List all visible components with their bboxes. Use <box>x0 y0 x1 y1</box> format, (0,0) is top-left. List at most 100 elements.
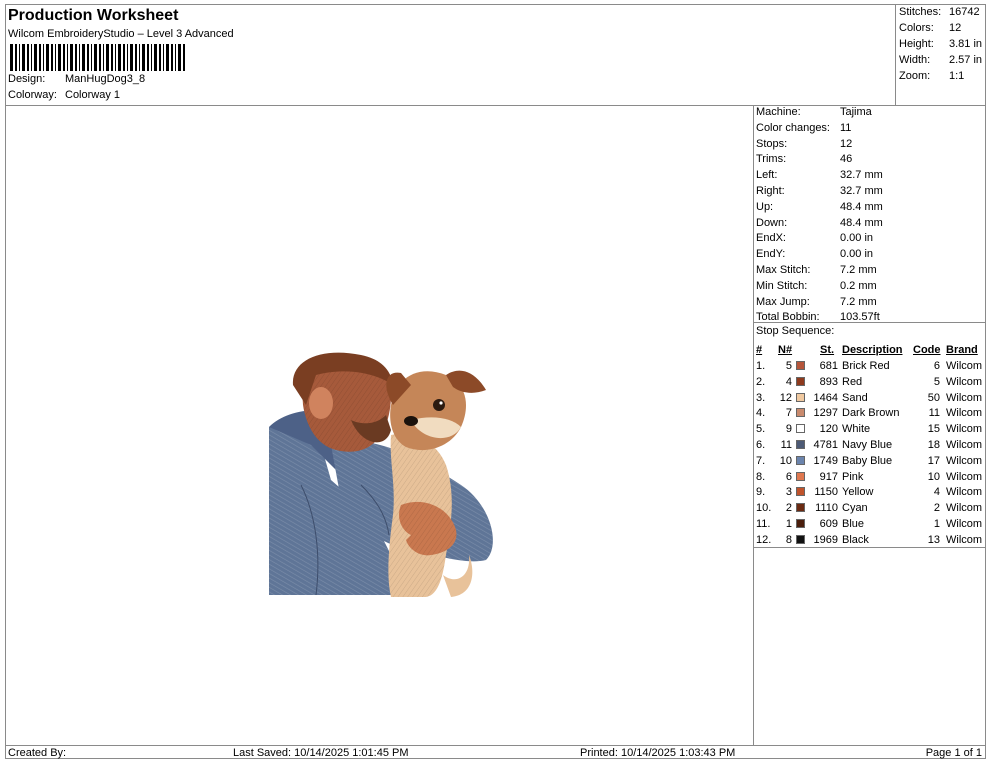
info-label: Trims: <box>756 153 787 166</box>
barcode-bar <box>175 44 176 71</box>
design-summary: Stitches: 16742 Colors: 12 Height: 3.81 in … <box>895 5 986 106</box>
stop-needle: 3 <box>785 486 792 499</box>
colorway-row: Colorway: Colorway 1 <box>8 89 120 101</box>
stop-sequence-title: Stop Sequence: <box>756 325 835 337</box>
stop-needle: 12 <box>779 391 792 404</box>
worksheet: Production Worksheet Wilcom EmbroiderySt… <box>5 4 986 759</box>
col-code: Code <box>913 344 941 356</box>
stop-description: Dark Brown <box>842 407 900 420</box>
color-swatch <box>796 424 805 434</box>
stop-stitch-count: 681 <box>819 360 838 372</box>
barcode-bar <box>159 44 161 71</box>
stop-row: 11. 1 609 Blue 1 Wilcom <box>756 516 984 532</box>
machine-info-row: EndX: 0.00 in <box>756 232 873 244</box>
stop-description: White <box>842 423 871 436</box>
stop-row: 9. 3 1150 Yellow 4 Wilcom <box>756 484 984 500</box>
barcode-bar <box>75 44 77 71</box>
info-value: 7.2 mm <box>840 295 877 308</box>
stop-index: 12. <box>756 533 772 546</box>
info-value: 11 <box>840 121 852 134</box>
info-label: Right: <box>756 185 785 197</box>
barcode-bar <box>135 44 137 71</box>
stop-stitch-count: 1150 <box>814 486 838 499</box>
stop-brand: Wilcom <box>946 486 983 499</box>
stop-stitch-count: 609 <box>819 518 838 530</box>
stop-needle: 10 <box>779 454 792 467</box>
info-label: Down: <box>756 216 788 229</box>
page-title: Production Worksheet <box>8 7 179 24</box>
stop-code: 5 <box>933 375 940 388</box>
stop-index: 10. <box>756 502 772 515</box>
stop-row: 2. 4 893 Red 5 Wilcom <box>756 374 984 390</box>
stop-code: 11 <box>928 407 940 420</box>
stop-needle: 7 <box>785 407 792 420</box>
info-value: 7.2 mm <box>840 264 877 276</box>
color-swatch <box>796 392 805 402</box>
barcode-bar <box>171 44 173 71</box>
barcode-bar <box>139 44 140 71</box>
barcode-bar <box>34 44 37 71</box>
design-preview-area <box>6 105 754 745</box>
col-needle: N# <box>778 344 793 356</box>
barcode-bar <box>10 44 13 71</box>
stop-needle: 4 <box>785 375 792 388</box>
barcode-bar <box>94 44 97 71</box>
height-value: 3.81 in <box>949 38 983 50</box>
stop-row: 6. 11 4781 Navy Blue 18 Wilcom <box>756 437 984 453</box>
page-number: Page 1 of 1 <box>925 747 982 759</box>
info-value: 32.7 mm <box>840 185 883 197</box>
stop-row: 4. 7 1297 Dark Brown 11 Wilcom <box>756 405 984 421</box>
info-label: EndX: <box>756 232 786 245</box>
barcode-bar <box>183 44 185 71</box>
zoom-row: Zoom: 1:1 <box>899 70 964 82</box>
stitches-row: Stitches: 16742 <box>899 6 980 18</box>
info-label: Up: <box>756 200 774 213</box>
stop-brand: Wilcom <box>946 407 983 420</box>
created-by: Created By: <box>8 747 67 759</box>
barcode-bar <box>15 44 17 71</box>
stop-needle: 8 <box>785 533 792 546</box>
stop-row: 10. 2 1110 Cyan 2 Wilcom <box>756 500 984 516</box>
stop-needle: 5 <box>785 360 792 372</box>
stop-row: 1. 5 681 Brick Red 6 Wilcom <box>756 358 984 374</box>
col-brand: Brand <box>946 344 978 356</box>
stitches-label: Stitches: <box>899 6 942 18</box>
stop-needle: 6 <box>785 470 792 483</box>
barcode-bar <box>87 44 89 71</box>
info-value: 46 <box>840 153 853 166</box>
info-label: Max Jump: <box>756 295 810 308</box>
info-value: 32.7 mm <box>840 169 883 182</box>
barcode-bar <box>103 44 104 71</box>
info-value: 0.2 mm <box>840 279 877 292</box>
barcode-bar <box>163 44 164 71</box>
height-label: Height: <box>899 38 934 50</box>
stop-index: 3. <box>756 391 766 404</box>
stop-stitch-count: 120 <box>819 423 838 436</box>
stop-stitch-count: 1749 <box>813 454 838 467</box>
stop-index: 8. <box>756 470 766 483</box>
stop-description: Red <box>842 375 863 388</box>
barcode-bar <box>55 44 56 71</box>
info-value: 0.00 in <box>840 232 874 245</box>
stop-description: Black <box>842 533 869 546</box>
colors-row: Colors: 12 <box>899 22 961 34</box>
barcode-bar <box>127 44 128 71</box>
stop-needle: 9 <box>785 423 792 436</box>
stop-code: 1 <box>933 518 940 530</box>
info-value: Tajima <box>840 106 872 118</box>
stop-index: 6. <box>756 439 766 451</box>
barcode-bar <box>43 44 44 71</box>
info-label: Machine: <box>756 106 801 118</box>
col-stitches: St. <box>820 344 835 356</box>
info-value: 0.00 in <box>840 248 874 261</box>
barcode-bar <box>123 44 125 71</box>
barcode-bar <box>91 44 92 71</box>
barcode-bar <box>27 44 29 71</box>
info-label: Left: <box>756 169 778 182</box>
color-swatch <box>796 503 805 513</box>
barcode-bar <box>70 44 73 71</box>
barcode-bar <box>22 44 25 71</box>
barcode-bar <box>51 44 53 71</box>
color-swatch <box>796 519 805 528</box>
stop-brand: Wilcom <box>946 375 983 388</box>
